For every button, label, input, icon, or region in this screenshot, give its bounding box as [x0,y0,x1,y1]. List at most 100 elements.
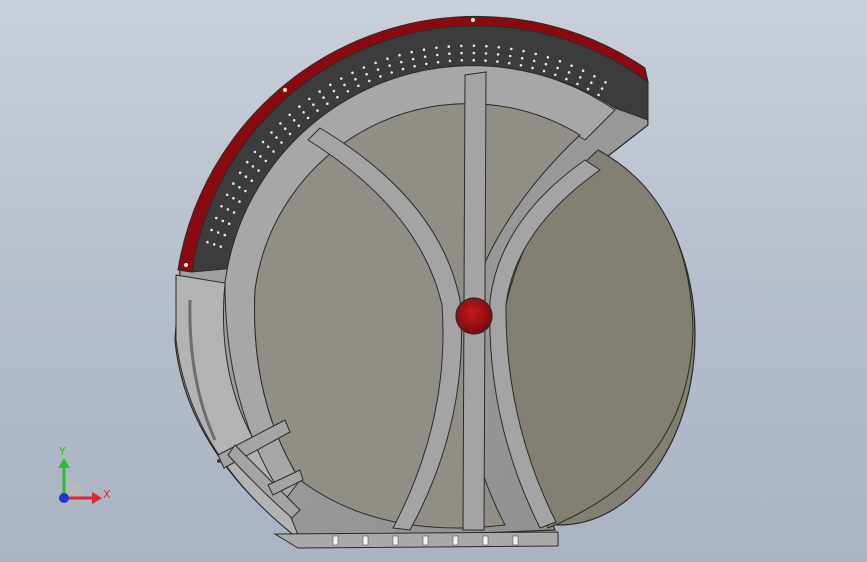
base-slot [452,535,459,546]
perforation-hole [365,72,368,76]
perforation-hole [558,59,562,63]
perforation-hole [448,52,451,55]
perforation-hole [297,124,301,127]
coordinate-triad-icon: Y X [58,445,111,504]
perforation-hole [593,75,596,78]
bolt-dot [471,18,475,22]
perforation-hole [261,140,265,144]
perforation-hole [460,59,464,62]
base-slot [362,535,369,546]
perforation-hole [272,150,275,153]
perforation-hole [576,82,579,86]
perforation-hole [484,52,488,55]
base-slot [512,535,519,546]
perforation-hole [266,145,270,149]
perforation-hole [251,165,255,168]
perforation-hole [223,233,227,237]
perforation-hole [288,113,292,117]
perforation-hole [275,136,278,139]
perforation-hole [238,171,242,174]
perforation-hole [302,111,305,114]
perforation-hole [390,71,394,74]
perforation-hole [270,131,273,134]
perforation-hole [312,103,315,106]
perforation-hole [306,116,310,120]
perforation-hole [460,51,463,55]
perforation-hole [221,219,225,223]
perforation-hole [496,53,500,56]
perforation-hole [590,81,593,84]
perforation-hole [410,50,414,54]
perforation-hole [318,90,322,93]
perforation-hole [238,186,241,189]
perforation-hole [435,46,438,50]
perforation-hole [244,189,247,193]
perforation-hole [257,169,260,172]
perforation-hole [401,67,405,71]
perforation-hole [400,60,403,64]
perforation-hole [435,53,439,57]
perforation-hole [376,68,380,71]
perforation-hole [220,205,223,208]
perforation-hole [250,179,254,182]
perforation-hole [264,159,268,163]
perforation-hole [447,45,451,48]
perforation-hole [226,208,230,211]
perforation-hole [507,61,511,65]
perforation-hole [413,64,416,68]
perforation-hole [472,51,476,55]
perforation-hole [448,59,452,63]
perforation-hole [534,52,538,56]
perforation-hole [357,84,360,88]
perforation-hole [283,127,287,130]
perforation-hole [422,48,426,51]
perforation-hole [425,62,428,66]
perforation-hole [546,56,550,59]
perforation-hole [210,228,213,232]
perforation-hole [542,69,546,73]
perforation-hole [346,90,350,93]
perforation-hole [336,95,339,99]
perforation-hole [586,87,590,91]
perforation-hole [496,60,499,63]
perforation-hole [485,44,488,48]
perforation-hole [508,54,512,58]
perforation-hole [216,231,220,234]
perforation-hole [531,66,534,70]
perforation-hole [597,93,600,97]
perforation-hole [316,109,319,112]
perforation-hole [497,46,501,49]
perforation-hole [351,71,354,75]
perforation-hole [374,61,377,65]
perforation-hole [329,83,332,87]
perforation-hole [354,78,357,81]
perforation-hole [288,132,292,136]
perforation-hole [570,64,573,67]
perforation-hole [227,222,231,225]
cad-viewport[interactable]: Y X [0,0,867,562]
perforation-hole [411,57,415,61]
perforation-hole [225,193,229,197]
model-view[interactable]: Y X [0,0,867,562]
perforation-hole [326,102,329,105]
triad-y-label: Y [58,445,66,458]
perforation-hole [238,200,241,203]
perforation-hole [600,87,604,90]
perforation-hole [246,160,249,164]
perforation-hole [520,56,524,60]
perforation-hole [232,211,236,214]
perforation-hole [259,155,262,158]
base-slot [482,535,489,546]
perforation-hole [532,59,536,63]
perforation-hole [232,196,235,200]
base-slot [422,535,429,546]
base-slot [332,535,339,546]
perforation-hole [362,66,366,69]
perforation-hole [556,66,559,70]
perforation-hole [581,69,585,72]
perforation-hole [579,76,582,79]
perforation-hole [253,150,257,154]
perforation-hole [423,55,427,59]
center-hub[interactable] [455,297,493,335]
perforation-hole [379,75,382,78]
